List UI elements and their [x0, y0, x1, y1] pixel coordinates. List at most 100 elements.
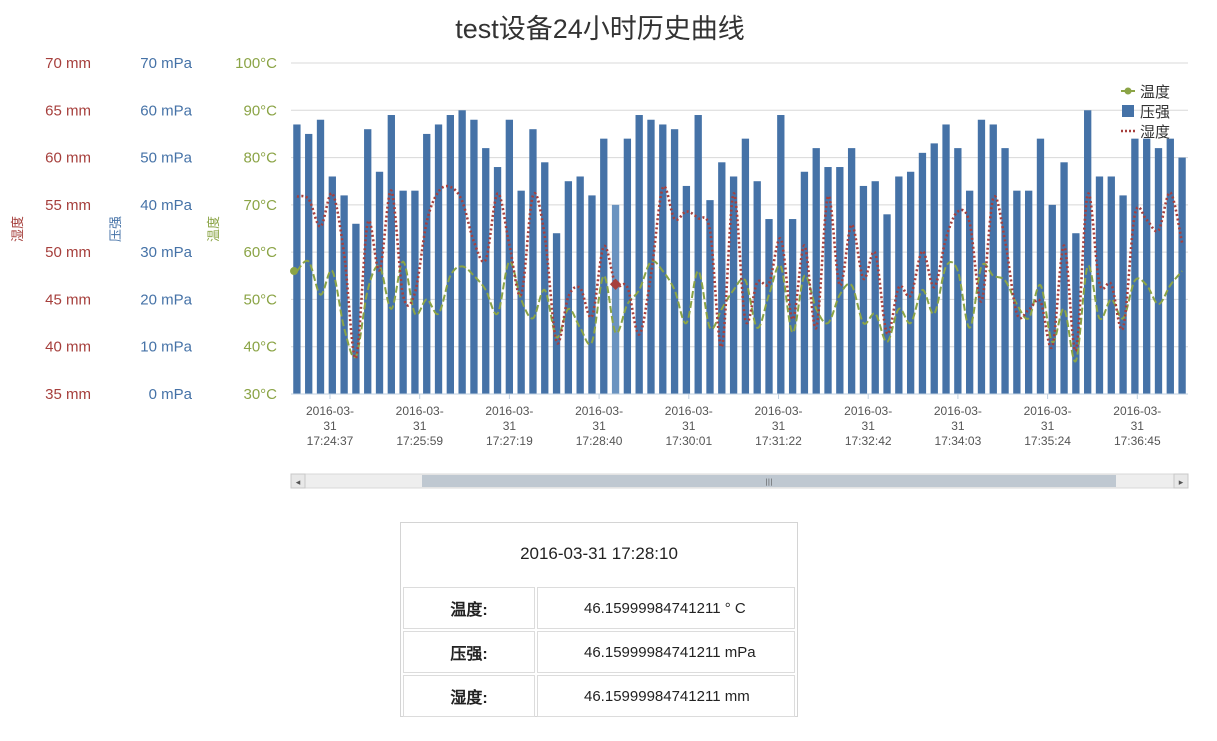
pressure-bar[interactable]	[576, 176, 584, 394]
pressure-bar[interactable]	[1143, 138, 1151, 394]
pressure-bar[interactable]	[1001, 148, 1009, 394]
temperature-marker[interactable]	[290, 267, 298, 276]
x-tick-label: 2016-03-31 17:35:24	[1024, 404, 1072, 448]
pressure-bar[interactable]	[564, 181, 573, 394]
x-tick-label: 2016-03-31 17:27:19	[485, 404, 533, 448]
horizontal-scrollbar[interactable]: ◂ ▸ |||	[290, 473, 1189, 489]
pressure-bar[interactable]	[647, 119, 655, 394]
pressure-bar[interactable]	[777, 115, 785, 394]
y-tick-label: 70 mm	[45, 55, 91, 72]
legend-item-label[interactable]: 湿度	[1140, 123, 1170, 141]
legend-item-label[interactable]: 温度	[1140, 83, 1170, 101]
y-tick-label: 20 mPa	[140, 291, 192, 308]
pressure-bar[interactable]	[458, 110, 466, 395]
pressure-bar[interactable]	[1119, 195, 1127, 394]
pressure-bar[interactable]	[718, 162, 726, 394]
data-tooltip-panel: 2016-03-31 17:28:10 温度: 46.1599998474121…	[400, 522, 798, 717]
pressure-bar[interactable]	[1154, 148, 1163, 394]
pressure-bar[interactable]	[340, 195, 348, 394]
tooltip-label: 湿度:	[403, 675, 535, 717]
pressure-bar[interactable]	[434, 124, 443, 394]
pressure-bar[interactable]	[611, 204, 620, 394]
legend-item-label[interactable]: 压强	[1140, 103, 1170, 121]
pressure-bar[interactable]	[942, 124, 950, 394]
pressure-bar[interactable]	[682, 185, 691, 394]
pressure-bar[interactable]	[918, 152, 927, 394]
pressure-bar[interactable]	[930, 143, 938, 394]
y-tick-label: 100°C	[235, 55, 277, 72]
pressure-bar[interactable]	[588, 195, 596, 394]
y-tick-label: 80°C	[243, 150, 277, 167]
y-tick-label: 30 mPa	[140, 244, 192, 261]
pressure-bar[interactable]	[1025, 190, 1033, 394]
y-axis-title: 湿度	[10, 216, 26, 242]
pressure-bar[interactable]	[482, 148, 490, 394]
y-axis-title: 压强	[109, 216, 124, 242]
pressure-bar[interactable]	[600, 138, 608, 394]
pressure-bar[interactable]	[423, 133, 431, 394]
chart-title: test设备24小时历史曲线	[455, 14, 745, 44]
scrollbar-grip-icon[interactable]: |||	[765, 478, 772, 486]
pressure-bar[interactable]	[977, 119, 986, 394]
pressure-bar[interactable]	[635, 115, 643, 394]
pressure-bar[interactable]	[1166, 138, 1174, 394]
legend-symbol-temperature-dot[interactable]	[1124, 87, 1132, 95]
pressure-bar[interactable]	[670, 129, 679, 394]
pressure-bar[interactable]	[316, 119, 325, 394]
pressure-bar[interactable]	[1084, 110, 1092, 395]
humidity-hover-marker[interactable]	[609, 278, 622, 290]
y-tick-label: 50°C	[243, 291, 277, 308]
pressure-bar[interactable]	[399, 190, 407, 394]
pressure-bar[interactable]	[1178, 157, 1186, 394]
legend-symbol-pressure[interactable]	[1122, 105, 1134, 117]
y-tick-label: 50 mPa	[140, 150, 192, 167]
pressure-bar[interactable]	[552, 233, 561, 394]
x-tick-label: 2016-03-31 17:34:03	[934, 404, 982, 448]
pressure-bar[interactable]	[352, 223, 360, 394]
pressure-bar[interactable]	[623, 138, 632, 394]
pressure-bar[interactable]	[965, 190, 974, 394]
pressure-bar[interactable]	[529, 129, 537, 394]
pressure-bar[interactable]	[1048, 204, 1056, 394]
pressure-bar[interactable]	[387, 115, 395, 394]
pressure-bar[interactable]	[989, 124, 997, 394]
pressure-bar[interactable]	[446, 115, 454, 394]
pressure-bar[interactable]	[541, 162, 549, 394]
tooltip-value: 46.15999984741211 mPa	[537, 631, 795, 673]
pressure-bar[interactable]	[694, 115, 702, 394]
x-tick-label: 2016-03-31 17:24:37	[306, 404, 354, 448]
scroll-left-arrow-icon[interactable]: ◂	[296, 478, 301, 488]
x-axis: 2016-03-31 17:24:37 2016-03-31 17:25:59 2016…	[291, 393, 1188, 448]
tooltip-value: 46.15999984741211 ° C	[537, 587, 795, 629]
scroll-right-arrow-icon[interactable]: ▸	[1179, 478, 1184, 488]
pressure-bar[interactable]	[659, 124, 667, 394]
pressure-bar[interactable]	[305, 133, 313, 394]
tooltip-label: 压强:	[403, 631, 535, 673]
y-tick-label: 40°C	[243, 339, 277, 356]
pressure-bar[interactable]	[753, 181, 761, 394]
pressure-bar[interactable]	[859, 185, 868, 394]
x-tick-label: 2016-03-31 17:31:22	[754, 404, 802, 448]
pressure-bar[interactable]	[1107, 176, 1115, 394]
pressure-bar[interactable]	[1036, 138, 1045, 394]
pressure-bar[interactable]	[1060, 162, 1068, 394]
tooltip-row-humidity: 湿度: 46.15999984741211 mm	[403, 675, 795, 717]
pressure-bar[interactable]	[411, 190, 419, 394]
pressure-bar[interactable]	[505, 119, 514, 394]
legend[interactable]: 温度压强湿度	[1121, 83, 1170, 141]
pressure-bar[interactable]	[328, 176, 336, 394]
pressure-bar[interactable]	[470, 119, 478, 394]
pressure-bar[interactable]	[741, 138, 750, 394]
pressure-bar[interactable]	[847, 148, 856, 394]
pressure-bar[interactable]	[883, 214, 891, 394]
pressure-bar[interactable]	[293, 124, 301, 394]
pressure-bar[interactable]	[1072, 233, 1080, 394]
y-tick-label: 35 mm	[45, 386, 91, 403]
pressure-bar[interactable]	[906, 171, 915, 394]
pressure-bar[interactable]	[1131, 138, 1139, 394]
pressure-bar[interactable]	[1013, 190, 1021, 394]
pressure-bar[interactable]	[871, 181, 879, 394]
pressure-bar[interactable]	[812, 148, 820, 394]
pressure-bar[interactable]	[375, 171, 384, 394]
y-tick-label: 60°C	[243, 244, 277, 261]
